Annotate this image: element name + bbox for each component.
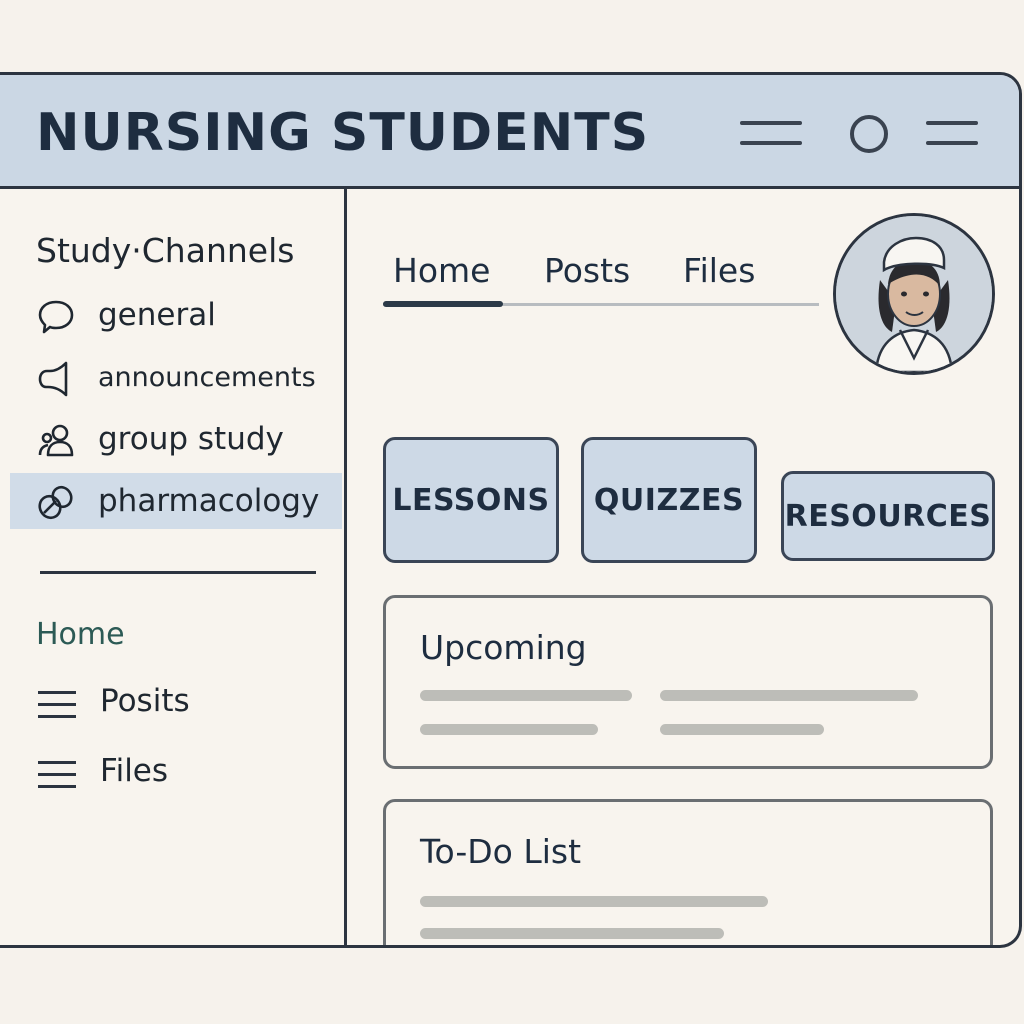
menu-icon[interactable]: [740, 119, 802, 147]
sidebar-item-label: Posits: [100, 683, 190, 719]
list-icon: [38, 691, 76, 718]
channel-label: pharmacology: [98, 483, 320, 519]
placeholder-line: [660, 690, 918, 701]
quizzes-button[interactable]: QUIZZES: [581, 437, 757, 563]
sidebar-item-posts[interactable]: Posits: [36, 683, 296, 727]
channel-pharmacology[interactable]: pharmacology: [10, 473, 342, 529]
placeholder-line: [420, 896, 768, 907]
circle-icon[interactable]: [850, 115, 888, 153]
tab-files[interactable]: Files: [683, 251, 755, 290]
sidebar-divider: [40, 571, 316, 574]
sidebar-home-link[interactable]: Home: [36, 617, 125, 652]
lessons-button[interactable]: LESSONS: [383, 437, 559, 563]
chat-bubble-icon: [38, 300, 74, 334]
app-title: NURSING STUDENTS: [36, 103, 650, 163]
placeholder-line: [420, 690, 632, 701]
tab-home[interactable]: Home: [393, 251, 490, 290]
resources-button[interactable]: RESOURCES: [781, 471, 995, 561]
main-panel: Home Posts Files LESSONS QUIZZES RESOURC…: [347, 189, 1019, 945]
card-title: To-Do List: [420, 832, 582, 871]
card-title: Upcoming: [420, 628, 587, 667]
todo-card: To-Do List: [383, 799, 993, 945]
sidebar-item-files[interactable]: Files: [36, 753, 296, 797]
sidebar-item-label: Files: [100, 753, 169, 789]
avatar[interactable]: [833, 213, 995, 375]
menu-icon-right[interactable]: [926, 119, 978, 147]
app-window: NURSING STUDENTS Study·Channels general …: [0, 72, 1022, 948]
placeholder-line: [420, 928, 724, 939]
channel-label: announcements: [98, 362, 316, 393]
title-bar: NURSING STUDENTS: [0, 75, 1019, 189]
placeholder-line: [420, 724, 598, 735]
section-title: Study·Channels: [36, 231, 295, 270]
megaphone-icon: [38, 361, 68, 397]
tab-active-indicator: [383, 301, 503, 307]
people-icon: [38, 424, 74, 457]
placeholder-line: [660, 724, 824, 735]
channel-general[interactable]: general: [10, 287, 342, 343]
nurse-avatar-icon: [836, 216, 992, 372]
channel-group-study[interactable]: group study: [10, 411, 342, 467]
list-icon: [38, 761, 76, 788]
pills-icon: [38, 485, 73, 520]
channel-label: general: [98, 297, 216, 333]
tab-posts[interactable]: Posts: [544, 251, 630, 290]
upcoming-card: Upcoming: [383, 595, 993, 769]
channel-label: group study: [98, 421, 284, 457]
sidebar: Study·Channels general announcements gro…: [0, 189, 347, 945]
channel-announcements[interactable]: announcements: [10, 349, 342, 405]
